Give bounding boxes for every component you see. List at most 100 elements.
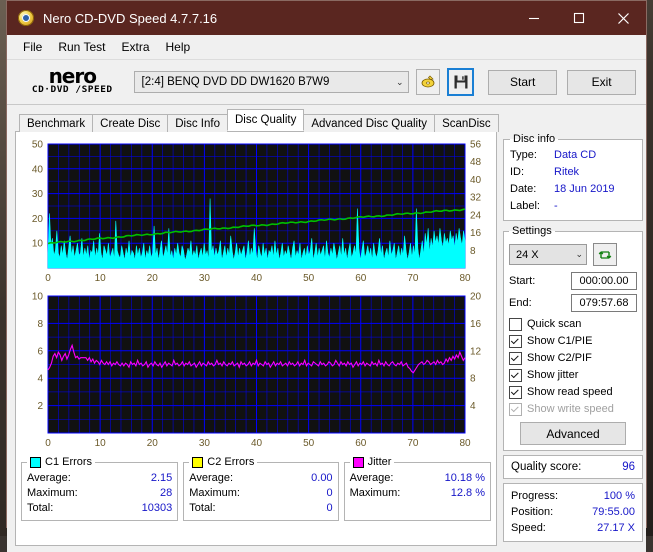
c1-maximum-value: 28 <box>160 487 173 499</box>
jitter-title: Jitter <box>367 456 392 468</box>
end-field-row: End: 079:57.68 <box>509 294 637 312</box>
svg-text:10: 10 <box>32 239 44 250</box>
quality-score-label: Quality score: <box>511 461 582 473</box>
tab-create-disc[interactable]: Create Disc <box>92 114 169 132</box>
svg-text:70: 70 <box>407 273 419 284</box>
disc-id-row: ID: Ritek <box>510 164 636 181</box>
quality-score-value: 96 <box>622 461 635 473</box>
checkbox-label: Show C2/PIF <box>527 352 592 364</box>
checkbox-label: Show jitter <box>527 369 579 381</box>
toolbar: nero CD·DVD ∕SPEED [2:4] BENQ DVD DD DW1… <box>7 60 646 105</box>
refresh-button[interactable] <box>593 243 617 266</box>
svg-text:16: 16 <box>470 319 482 330</box>
tab-benchmark[interactable]: Benchmark <box>19 114 94 132</box>
menu-file[interactable]: File <box>15 37 50 57</box>
disc-date-label: Date: <box>510 183 537 195</box>
menu-bar: File Run Test Extra Help <box>7 35 646 60</box>
checkbox-label: Show C1/PIE <box>527 335 593 347</box>
disc-id-value: Ritek <box>554 166 580 178</box>
checkbox-icon <box>509 368 522 382</box>
checkbox-show-write-speed: Show write speed <box>509 401 637 417</box>
advanced-button[interactable]: Advanced <box>520 422 626 445</box>
drive-select[interactable]: [2:4] BENQ DVD DD DW1620 B7W9 ⌄ <box>133 71 409 93</box>
disc-info-legend: Disc info <box>513 133 556 145</box>
jitter-box: Jitter Average: 10.18 % Maximum: 12.8 % <box>343 456 491 521</box>
settings-legend: Settings <box>512 225 552 237</box>
menu-run-test[interactable]: Run Test <box>50 37 113 57</box>
disc-id-label: ID: <box>510 166 525 178</box>
svg-text:80: 80 <box>459 438 471 449</box>
graphs-panel: 0 10 20 30 40 50 60 70 80 10 20 30 40 50 8 16 24 32 40 48 56… <box>15 131 497 546</box>
menu-extra[interactable]: Extra <box>113 37 157 57</box>
c2-color-swatch <box>192 456 204 468</box>
checkbox-icon <box>509 334 522 348</box>
eject-disc-button[interactable] <box>415 69 441 95</box>
svg-text:48: 48 <box>470 157 482 168</box>
svg-text:8: 8 <box>37 319 43 330</box>
c2-average-value: 0.00 <box>311 472 333 484</box>
start-button[interactable]: Start <box>488 69 558 95</box>
c1-errors-graph: 0 10 20 30 40 50 60 70 80 10 20 30 40 50 8 16 24 32 40 48 56 <box>18 136 494 288</box>
minimize-button[interactable] <box>511 1 556 35</box>
disc-date-row: Date: 18 Jun 2019 <box>510 181 636 198</box>
disc-info-group: Disc info Type: Data CD ID: Ritek Date: … <box>503 133 643 221</box>
jitter-average-label: Average: <box>349 472 394 484</box>
svg-text:50: 50 <box>32 140 44 151</box>
disc-label-row: Label: - <box>510 198 636 215</box>
title-bar: Nero CD-DVD Speed 4.7.7.16 <box>7 1 646 35</box>
jitter-legend: Jitter <box>350 456 395 468</box>
save-results-button[interactable] <box>447 68 475 96</box>
end-input[interactable]: 079:57.68 <box>571 294 637 312</box>
svg-text:8: 8 <box>470 246 476 257</box>
menu-help[interactable]: Help <box>158 37 199 57</box>
position-value: 79:55.00 <box>592 506 635 518</box>
maximize-button[interactable] <box>556 1 601 35</box>
speed-label: Speed: <box>511 522 546 534</box>
c2-maximum-value: 0 <box>326 487 333 499</box>
end-label: End: <box>509 297 532 309</box>
exit-button[interactable]: Exit <box>567 69 636 95</box>
tab-advanced-disc-quality[interactable]: Advanced Disc Quality <box>303 114 436 132</box>
c1-total-label: Total: <box>27 502 54 514</box>
svg-text:24: 24 <box>470 210 482 221</box>
c2-maximum-label: Maximum: <box>189 487 240 499</box>
application-window: Nero CD-DVD Speed 4.7.7.16 File Run Test… <box>6 0 647 552</box>
svg-text:56: 56 <box>470 140 482 151</box>
c1-total-row: Total: 10303 <box>27 501 172 516</box>
close-button[interactable] <box>601 1 646 35</box>
disc-type-value: Data CD <box>554 149 597 161</box>
progress-group: Progress: 100 % Position: 79:55.00 Speed… <box>503 483 643 542</box>
checkbox-icon <box>509 317 522 331</box>
svg-text:20: 20 <box>147 273 159 284</box>
start-input[interactable]: 000:00.00 <box>571 272 637 290</box>
svg-text:40: 40 <box>32 164 44 175</box>
position-row: Position: 79:55.00 <box>511 504 635 520</box>
checkbox-show-jitter[interactable]: Show jitter <box>509 367 637 383</box>
speed-select[interactable]: 24 X ⌄ <box>509 244 587 265</box>
progress-value: 100 % <box>603 490 635 502</box>
checkbox-quick-scan[interactable]: Quick scan <box>509 316 637 332</box>
svg-text:70: 70 <box>407 438 419 449</box>
side-panel: Disc info Type: Data CD ID: Ritek Date: … <box>503 131 643 546</box>
c2-total-value: 0 <box>326 502 333 514</box>
checkbox-show-read-speed[interactable]: Show read speed <box>509 384 637 400</box>
svg-text:8: 8 <box>470 374 476 385</box>
tab-disc-quality[interactable]: Disc Quality <box>227 109 305 131</box>
window-title: Nero CD-DVD Speed 4.7.7.16 <box>43 10 218 26</box>
disc-label-label: Label: <box>510 200 540 212</box>
svg-text:10: 10 <box>95 273 107 284</box>
jitter-graph: 0 10 20 30 40 50 60 70 80 2 4 6 8 10 4 8 12 16 20 <box>18 288 494 453</box>
svg-text:16: 16 <box>470 228 482 239</box>
checkbox-show-c1-pie[interactable]: Show C1/PIE <box>509 333 637 349</box>
svg-text:2: 2 <box>37 401 43 412</box>
c1-errors-box: C1 Errors Average: 2.15 Maximum: 28 Tota… <box>21 456 179 521</box>
progress-label: Progress: <box>511 490 559 502</box>
tab-disc-info[interactable]: Disc Info <box>167 114 228 132</box>
nero-logo: nero CD·DVD ∕SPEED <box>23 66 122 96</box>
jitter-maximum-row: Maximum: 12.8 % <box>350 486 485 501</box>
disc-type-label: Type: <box>510 149 537 161</box>
tab-scandisc[interactable]: ScanDisc <box>434 114 499 132</box>
checkbox-show-c2-pif[interactable]: Show C2/PIF <box>509 350 637 366</box>
svg-text:30: 30 <box>199 273 211 284</box>
c1-average-value: 2.15 <box>150 472 173 484</box>
